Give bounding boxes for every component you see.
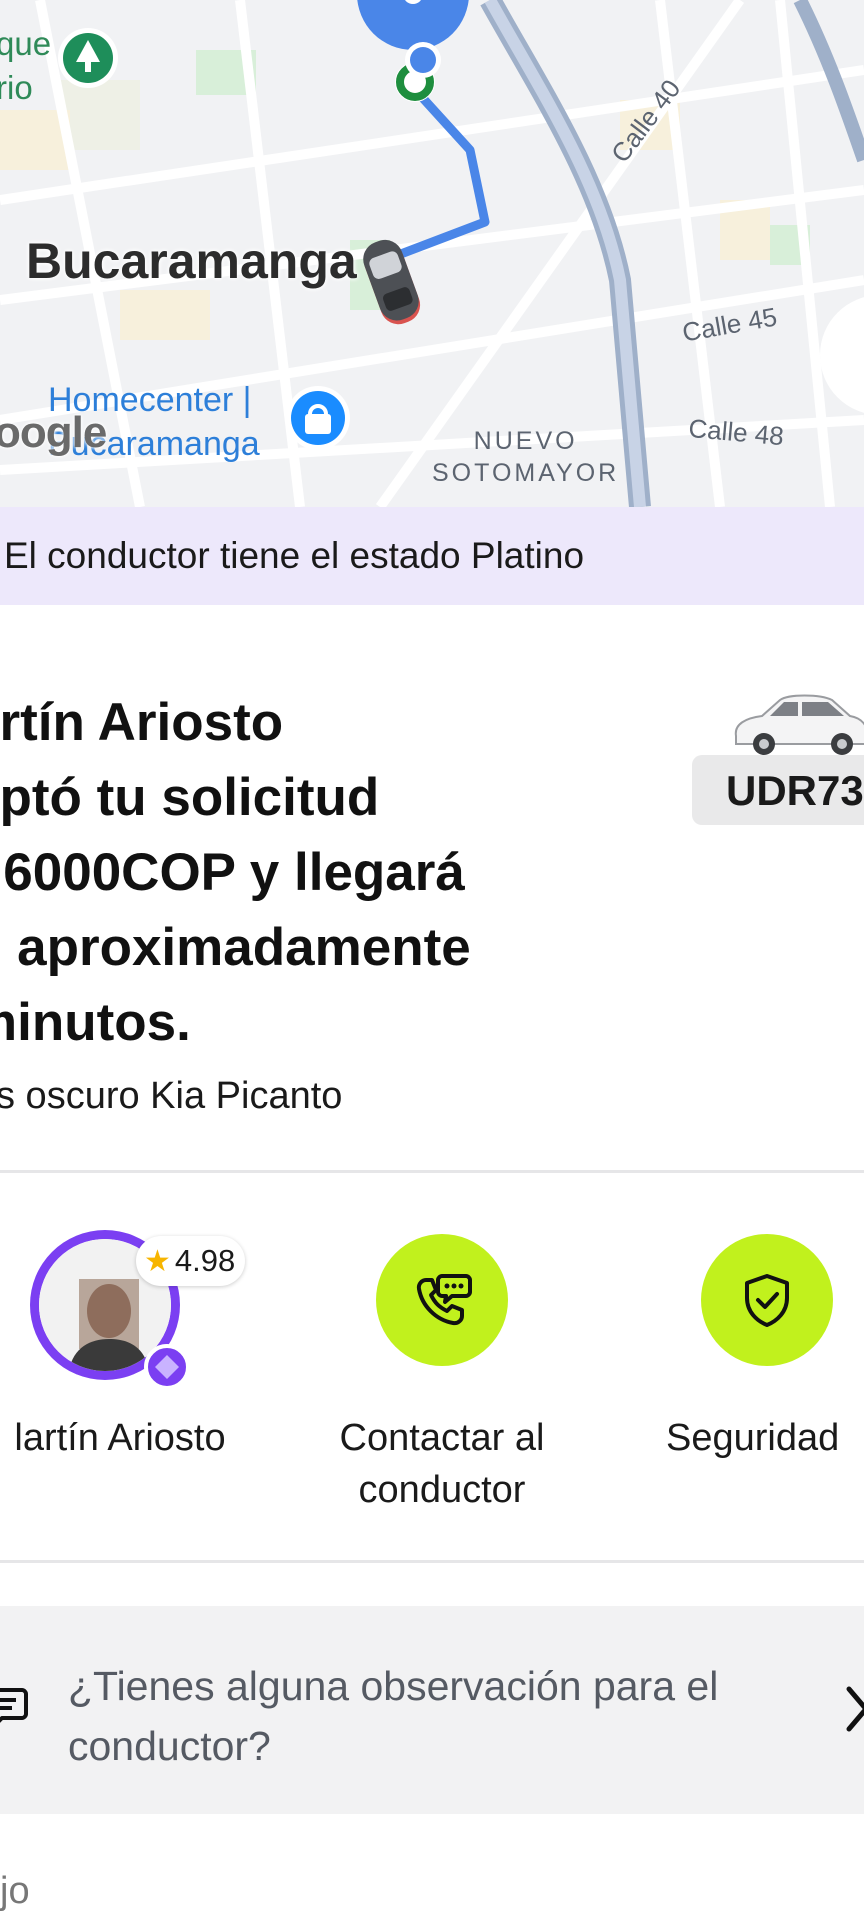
city-label: Bucaramanga: [26, 233, 357, 289]
headline-line: eptó tu solicitud: [0, 768, 380, 827]
plate-text: UDR73: [726, 767, 864, 814]
contact-driver-label[interactable]: Contactar al conductor: [312, 1412, 572, 1516]
shield-check-icon: [745, 1274, 789, 1327]
star-icon: ★: [144, 1244, 171, 1278]
trip-status-headline: artín Ariosto eptó tu solicitud • 6000CO…: [0, 685, 570, 1060]
chevron-right-icon: [846, 1686, 864, 1732]
divider: [0, 1170, 864, 1173]
driver-note-prompt: ¿Tienes alguna observación para el condu…: [68, 1663, 719, 1769]
car-icon: [734, 694, 864, 755]
platinum-status-banner: El conductor tiene el estado Platino: [0, 507, 864, 605]
partial-bottom-text: jo: [0, 1870, 30, 1912]
driver-note-button[interactable]: ¿Tienes alguna observación para el condu…: [0, 1606, 864, 1814]
driver-name-label[interactable]: lartín Ariosto: [0, 1412, 270, 1464]
park-poi-label[interactable]: que rio: [0, 22, 51, 110]
license-plate: UDR73: [692, 755, 864, 825]
phone-chat-icon: [416, 1274, 472, 1326]
driver-rating: ★ 4.98: [136, 1236, 246, 1286]
banner-text: El conductor tiene el estado Platino: [4, 535, 585, 576]
safety-button[interactable]: [701, 1234, 833, 1366]
vehicle-description: s oscuro Kia Picanto: [0, 1075, 343, 1117]
message-icon: [0, 1688, 28, 1723]
platinum-diamond-icon: [144, 1344, 190, 1390]
headline-line: n aproximadamente: [0, 918, 471, 977]
safety-label[interactable]: Seguridad: [666, 1412, 864, 1464]
map-view[interactable]: que rio Bucaramanga Homecenter | Bucaram…: [0, 0, 864, 507]
neighborhood-label: NUEVO SOTOMAYOR: [432, 427, 620, 487]
rating-value: 4.98: [174, 1243, 236, 1278]
contact-driver-button[interactable]: [376, 1234, 508, 1366]
divider: [0, 1560, 864, 1563]
headline-line: minutos.: [0, 993, 191, 1052]
map-attribution: oogle: [0, 408, 107, 457]
headline-line: • 6000COP y llegará: [0, 843, 465, 902]
headline-line: artín Ariosto: [0, 693, 284, 752]
